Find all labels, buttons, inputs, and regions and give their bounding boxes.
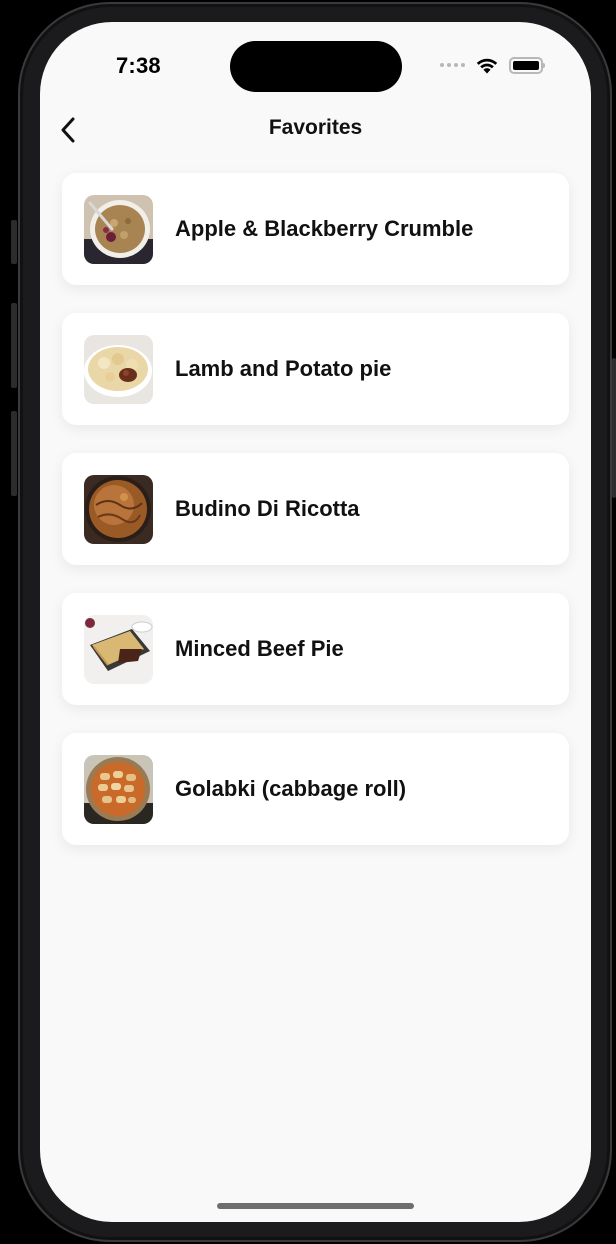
battery-icon — [509, 56, 545, 74]
favorite-item-budino-di-ricotta[interactable]: Budino Di Ricotta — [62, 453, 569, 565]
navigation-bar: Favorites — [40, 110, 591, 150]
mute-switch — [11, 220, 17, 264]
screen: 7:38 Favorites Apple & Blackberry Crumbl… — [40, 22, 591, 1222]
volume-down-button — [11, 411, 17, 496]
favorite-item-label: Golabki (cabbage roll) — [175, 776, 407, 801]
home-indicator[interactable] — [217, 1203, 414, 1209]
favorite-item-label: Apple & Blackberry Crumble — [175, 216, 474, 241]
volume-up-button — [11, 303, 17, 388]
beef-pie-thumbnail — [84, 614, 153, 684]
power-button — [612, 358, 616, 498]
page-title: Favorites — [268, 116, 363, 139]
favorite-item-lamb-potato-pie[interactable]: Lamb and Potato pie — [62, 313, 569, 425]
lamb-pie-thumbnail — [84, 334, 153, 404]
status-time: 7:38 — [116, 53, 161, 78]
favorite-item-label: Lamb and Potato pie — [175, 356, 392, 381]
status-icons — [440, 56, 545, 74]
wifi-icon — [476, 58, 498, 74]
crumble-thumbnail — [84, 194, 153, 264]
favorite-item-golabki[interactable]: Golabki (cabbage roll) — [62, 733, 569, 845]
golabki-thumbnail — [84, 754, 153, 824]
favorites-list: Apple & Blackberry Crumble Lamb and Pota… — [62, 173, 569, 873]
cellular-dots-icon — [440, 63, 465, 67]
favorite-item-minced-beef-pie[interactable]: Minced Beef Pie — [62, 593, 569, 705]
dynamic-island — [230, 41, 402, 92]
favorite-item-label: Budino Di Ricotta — [175, 496, 360, 521]
favorite-item-apple-blackberry-crumble[interactable]: Apple & Blackberry Crumble — [62, 173, 569, 285]
ricotta-thumbnail — [84, 474, 153, 544]
favorite-item-label: Minced Beef Pie — [175, 636, 344, 661]
